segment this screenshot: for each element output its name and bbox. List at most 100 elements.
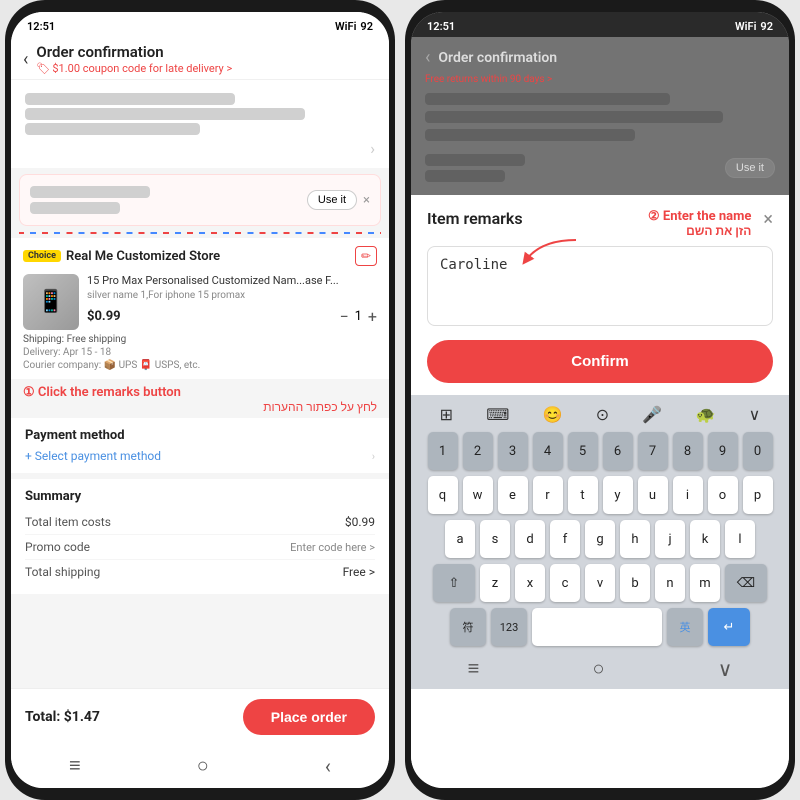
kb-key-n[interactable]: n <box>655 564 685 602</box>
battery-left: 92 <box>360 20 373 33</box>
kb-key-o[interactable]: o <box>708 476 738 514</box>
returns-subtitle: Free returns within 90 days > <box>425 74 775 85</box>
kb-grid-icon[interactable]: ⊞ <box>440 405 453 424</box>
kb-key-s[interactable]: s <box>480 520 510 558</box>
kb-key-2[interactable]: 2 <box>463 432 493 470</box>
keyboard-toolbar: ⊞ ⌨ 😊 ⊙ 🎤 🐢 ∨ <box>415 401 785 428</box>
kb-key-i[interactable]: i <box>673 476 703 514</box>
kb-key-y[interactable]: y <box>603 476 633 514</box>
kb-key-7[interactable]: 7 <box>638 432 668 470</box>
annotation-2-en: ② Enter the name <box>648 209 751 224</box>
product-info: 15 Pro Max Personalised Customized Nam..… <box>87 274 377 326</box>
menu-nav-button-left[interactable]: ≡ <box>69 753 81 778</box>
kb-key-q[interactable]: q <box>428 476 458 514</box>
bottom-nav-left: ≡ ○ ‹ <box>11 745 389 788</box>
kb-return-key[interactable]: ↵ <box>708 608 750 646</box>
kb-cursor-icon[interactable]: ⊙ <box>596 405 609 424</box>
back-nav-button-right[interactable]: ∨ <box>718 657 733 681</box>
place-order-button[interactable]: Place order <box>243 699 375 735</box>
remarks-input-field[interactable] <box>427 246 773 326</box>
kb-special-icon[interactable]: 🐢 <box>695 405 715 424</box>
price-row: $0.99 − 1 + <box>87 307 377 326</box>
kb-key-f[interactable]: f <box>550 520 580 558</box>
select-payment-link[interactable]: + Select payment method <box>25 449 161 463</box>
total-amount: Total: $1.47 <box>25 709 100 725</box>
status-bar-left: 12:51 WiFi 92 <box>11 12 389 37</box>
kb-collapse-icon[interactable]: ∨ <box>749 405 761 424</box>
status-bar-right: 12:51 WiFi 92 <box>411 12 789 37</box>
kb-key-v[interactable]: v <box>585 564 615 602</box>
kb-key-u[interactable]: u <box>638 476 668 514</box>
confirm-button[interactable]: Confirm <box>427 340 773 383</box>
kb-key-a[interactable]: a <box>445 520 475 558</box>
kb-keyboard-icon[interactable]: ⌨ <box>486 405 509 424</box>
annotation-1-he: לחץ על כפתור ההערות <box>23 400 377 414</box>
modal-close-button[interactable]: × <box>763 209 773 230</box>
kb-key-d[interactable]: d <box>515 520 545 558</box>
back-nav-button-left[interactable]: ‹ <box>325 754 331 778</box>
kb-key-g[interactable]: g <box>585 520 615 558</box>
kb-emoji-icon[interactable]: 😊 <box>543 405 563 424</box>
kb-key-p[interactable]: p <box>743 476 773 514</box>
kb-key-w[interactable]: w <box>463 476 493 514</box>
shipping-row: Total shipping Free > <box>25 560 375 584</box>
back-button-right[interactable]: ‹ <box>425 47 430 68</box>
edit-remarks-button[interactable]: ✏ <box>355 246 377 266</box>
kb-key-t[interactable]: t <box>568 476 598 514</box>
store-header: Choice Real Me Customized Store ✏ <box>23 246 377 266</box>
item-costs-row: Total item costs $0.99 <box>25 510 375 535</box>
shipping-label: Total shipping <box>25 565 100 579</box>
kb-key-c[interactable]: c <box>550 564 580 602</box>
kb-key-1[interactable]: 1 <box>428 432 458 470</box>
kb-key-8[interactable]: 8 <box>673 432 703 470</box>
kb-key-m[interactable]: m <box>690 564 720 602</box>
kb-key-z[interactable]: z <box>480 564 510 602</box>
kb-key-5[interactable]: 5 <box>568 432 598 470</box>
back-button-left[interactable]: ‹ <box>23 49 28 70</box>
keyboard: ⊞ ⌨ 😊 ⊙ 🎤 🐢 ∨ 1 2 3 4 5 <box>411 395 789 650</box>
kb-key-j[interactable]: j <box>655 520 685 558</box>
kb-mic-icon[interactable]: 🎤 <box>642 405 662 424</box>
coupon-blur-2 <box>30 202 120 214</box>
kb-123-key[interactable]: 123 <box>491 608 527 646</box>
kb-key-0[interactable]: 0 <box>743 432 773 470</box>
promo-value[interactable]: Enter code here > <box>290 541 375 554</box>
product-price: $0.99 <box>87 309 121 324</box>
kb-key-e[interactable]: e <box>498 476 528 514</box>
close-coupon-icon[interactable]: × <box>363 193 370 208</box>
kb-key-b[interactable]: b <box>620 564 650 602</box>
time-left: 12:51 <box>27 20 55 33</box>
shipping-value[interactable]: Free > <box>343 565 375 579</box>
chevron-right-icon[interactable]: › <box>370 139 375 158</box>
kb-key-k[interactable]: k <box>690 520 720 558</box>
qty-decrease-button[interactable]: − <box>339 307 348 326</box>
summary-section: Summary Total item costs $0.99 Promo cod… <box>11 479 389 594</box>
kb-key-r[interactable]: r <box>533 476 563 514</box>
kb-symbol-key[interactable]: 符 <box>450 608 486 646</box>
dim-blur-1 <box>425 93 670 105</box>
use-it-button[interactable]: Use it <box>307 190 357 210</box>
kb-key-6[interactable]: 6 <box>603 432 633 470</box>
kb-key-4[interactable]: 4 <box>533 432 563 470</box>
quantity-value: 1 <box>355 309 362 324</box>
menu-nav-button-right[interactable]: ≡ <box>468 656 480 681</box>
product-variant: silver name 1,For iphone 15 promax <box>87 290 377 301</box>
kb-space-key[interactable] <box>532 608 662 646</box>
kb-english-key[interactable]: 英 <box>667 608 703 646</box>
kb-key-l[interactable]: l <box>725 520 755 558</box>
kb-key-h[interactable]: h <box>620 520 650 558</box>
kb-shift-key[interactable]: ⇧ <box>433 564 475 602</box>
payment-section: Payment method + Select payment method › <box>11 418 389 473</box>
kb-key-x[interactable]: x <box>515 564 545 602</box>
kb-delete-key[interactable]: ⌫ <box>725 564 767 602</box>
kb-key-3[interactable]: 3 <box>498 432 528 470</box>
home-nav-button-left[interactable]: ○ <box>197 753 209 778</box>
kb-zxcv-row: ⇧ z x c v b n m ⌫ <box>415 564 785 602</box>
right-screen: 12:51 WiFi 92 ‹ Order confirmation Free … <box>411 12 789 788</box>
kb-key-9[interactable]: 9 <box>708 432 738 470</box>
qty-increase-button[interactable]: + <box>368 307 377 326</box>
use-it-button-right[interactable]: Use it <box>725 158 775 178</box>
home-nav-button-right[interactable]: ○ <box>592 656 604 681</box>
address-section: › <box>11 80 389 168</box>
wifi-icon: WiFi <box>335 20 356 33</box>
